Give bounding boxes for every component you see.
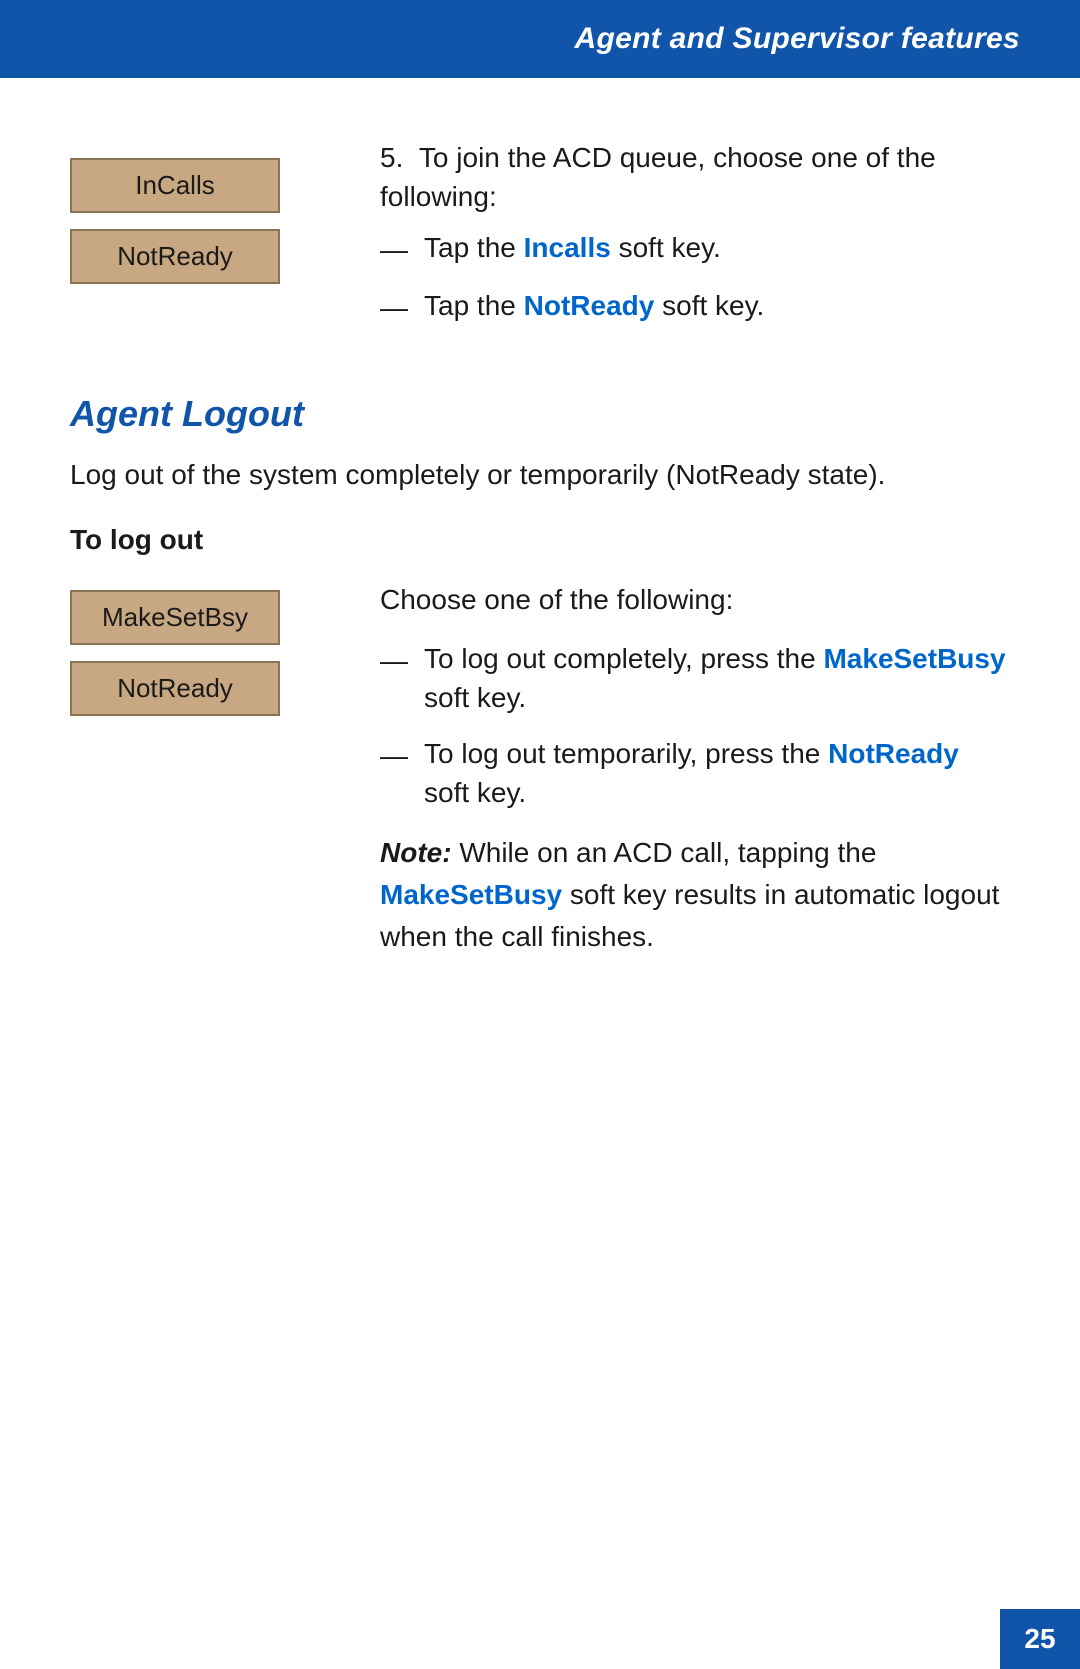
to-log-out-subheading: To log out (70, 524, 1010, 556)
logout-bullet-2: — To log out temporarily, press the NotR… (380, 734, 1010, 812)
logout-left-panel: MakeSetBsy NotReady (70, 580, 350, 732)
dash-icon-3: — (380, 641, 408, 680)
dash-icon-1: — (380, 230, 408, 269)
logout-bullet-1-text: To log out completely, press the MakeSet… (424, 639, 1010, 717)
notready-softkey-step5[interactable]: NotReady (70, 229, 280, 284)
agent-logout-heading: Agent Logout (70, 393, 1010, 435)
step5-bullet-2-text: Tap the NotReady soft key. (424, 286, 1010, 325)
choose-text: Choose one of the following: (380, 580, 1010, 619)
page-number: 25 (1024, 1623, 1055, 1655)
step5-left-panel: InCalls NotReady (70, 138, 350, 300)
header-bar: Agent and Supervisor features (0, 0, 1080, 78)
logout-bullet-1: — To log out completely, press the MakeS… (380, 639, 1010, 717)
header-title: Agent and Supervisor features (575, 22, 1020, 56)
step5-bullet-2: — Tap the NotReady soft key. (380, 286, 1010, 327)
agent-logout-section: Agent Logout Log out of the system compl… (70, 393, 1010, 958)
step5-text: 5. To join the ACD queue, choose one of … (380, 138, 1010, 216)
note-block: Note: While on an ACD call, tapping the … (380, 832, 1010, 958)
note-label: Note: (380, 837, 452, 868)
step5-section: InCalls NotReady 5. To join the ACD queu… (70, 138, 1010, 343)
step5-right-panel: 5. To join the ACD queue, choose one of … (380, 138, 1010, 343)
page-number-box: 25 (1000, 1609, 1080, 1669)
agent-logout-description: Log out of the system completely or temp… (70, 455, 1010, 494)
step5-bullet-1-text: Tap the Incalls soft key. (424, 228, 1010, 267)
main-content: InCalls NotReady 5. To join the ACD queu… (0, 78, 1080, 1038)
step5-bullet-1: — Tap the Incalls soft key. (380, 228, 1010, 269)
dash-icon-2: — (380, 288, 408, 327)
incalls-softkey[interactable]: InCalls (70, 158, 280, 213)
makesetbsy-softkey[interactable]: MakeSetBsy (70, 590, 280, 645)
logout-step-section: MakeSetBsy NotReady Choose one of the fo… (70, 580, 1010, 958)
notready-softkey-logout[interactable]: NotReady (70, 661, 280, 716)
logout-bullet-2-text: To log out temporarily, press the NotRea… (424, 734, 1010, 812)
dash-icon-4: — (380, 736, 408, 775)
logout-right-panel: Choose one of the following: — To log ou… (380, 580, 1010, 958)
